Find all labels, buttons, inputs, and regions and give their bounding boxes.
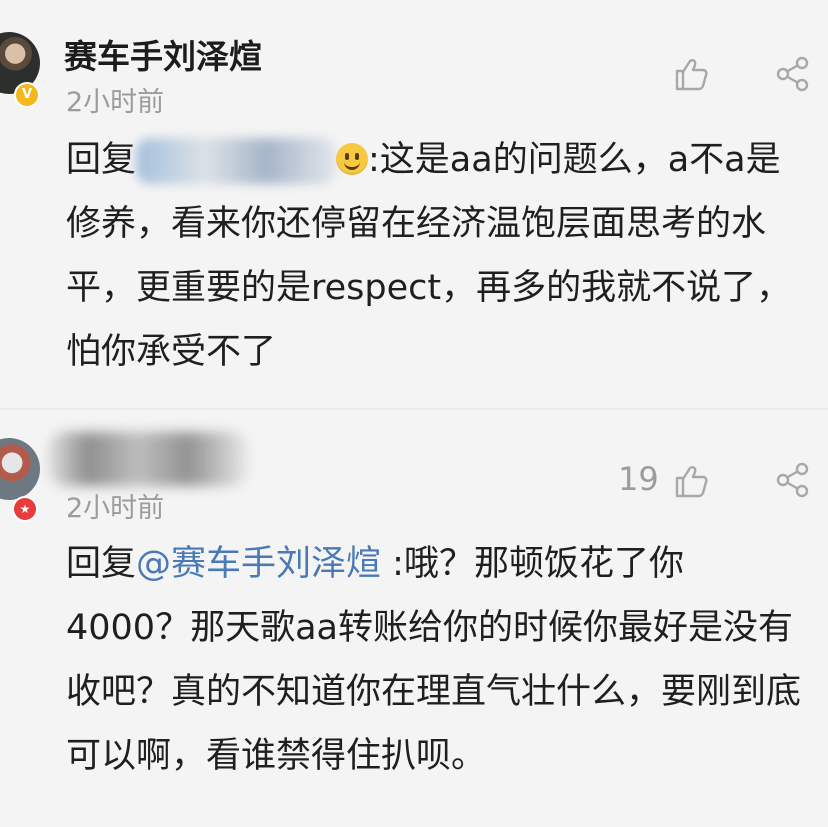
reply-prefix: 回复: [66, 544, 137, 584]
comment-time: 2小时前: [66, 493, 165, 524]
member-badge-icon: ★: [12, 496, 38, 522]
redacted-mention: [136, 138, 337, 184]
share-icon[interactable]: [776, 462, 810, 502]
thumbs-up-icon[interactable]: [672, 462, 710, 504]
comment-body: 回复@赛车手刘泽煊 :哦？那顿饭花了你4000？那天歌aa转账给你的时候你最好是…: [66, 532, 806, 788]
mention-link[interactable]: @赛车手刘泽煊: [136, 544, 381, 584]
comment-body: 回复:这是aa的问题么，a不a是修养，看来你还停留在经济温饱层面思考的水平，更重…: [66, 128, 806, 384]
thumbs-up-icon[interactable]: [672, 55, 710, 97]
verified-badge-icon: V: [14, 82, 40, 108]
smiley-emoji-icon: [336, 143, 369, 175]
like-count: 19: [618, 460, 659, 498]
reply-prefix: 回复: [66, 140, 137, 180]
comment-time: 2小时前: [66, 87, 165, 118]
author-name[interactable]: 赛车手刘泽煊: [64, 30, 262, 78]
redacted-author-name[interactable]: [48, 432, 248, 486]
comment-item: V 赛车手刘泽煊 2小时前 回复:这是aa的问题么，a不a是修养，看来你还停留在…: [0, 0, 828, 408]
comment-item: ★ 2小时前 19 回复@赛车手刘泽煊 :哦？那顿饭花了你4000？那天歌aa转…: [0, 410, 828, 827]
avatar[interactable]: [0, 438, 40, 500]
share-icon[interactable]: [776, 56, 810, 96]
